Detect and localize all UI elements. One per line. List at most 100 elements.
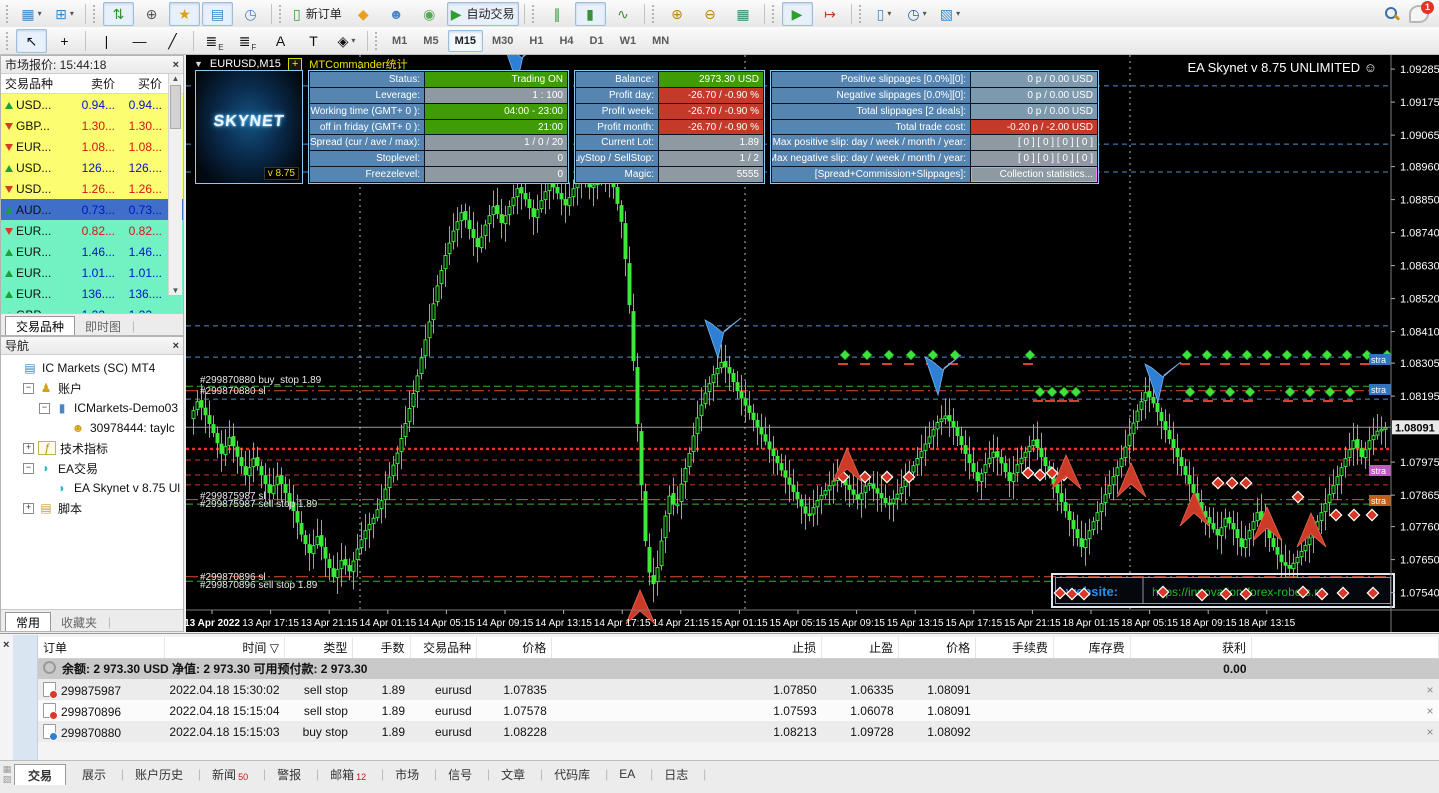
text-tool-button[interactable]: A bbox=[265, 29, 296, 53]
metaeditor-button[interactable]: ◆ bbox=[348, 2, 379, 26]
expand-icon[interactable]: + bbox=[23, 503, 34, 514]
terminal-tab-交易[interactable]: 交易 bbox=[14, 764, 66, 785]
horizontal-line-tool-button[interactable]: — bbox=[124, 29, 155, 53]
terminal-tab-EA[interactable]: EA bbox=[606, 764, 648, 784]
close-icon[interactable]: × bbox=[173, 340, 179, 352]
orders-column-9[interactable]: 手续费 bbox=[976, 637, 1054, 658]
chart-shift-button[interactable]: ↦ bbox=[815, 2, 846, 26]
timeframe-d1-button[interactable]: D1 bbox=[583, 30, 611, 52]
vertical-line-tool-button[interactable]: | bbox=[91, 29, 122, 53]
zoom-out-button[interactable]: ⊖ bbox=[695, 2, 726, 26]
navigator-item[interactable]: +▤脚本 bbox=[3, 498, 183, 518]
terminal-tab-市场[interactable]: 市场 bbox=[382, 764, 432, 784]
timeframe-m30-button[interactable]: M30 bbox=[485, 30, 520, 52]
dropdown-caret-icon[interactable]: ▾ bbox=[923, 9, 927, 18]
orders-column-1[interactable]: 时间 ▽ bbox=[164, 637, 284, 658]
order-row[interactable]: 2998708802022.04.18 15:15:03buy stop1.89… bbox=[38, 721, 1439, 742]
orders-table-header[interactable]: 订单时间 ▽类型手数交易品种价格止损止盈价格手续费库存费获利 bbox=[38, 637, 1439, 658]
mini-window-icon[interactable]: ▨ bbox=[3, 774, 12, 784]
navigator-item[interactable]: −♟账户 bbox=[3, 378, 183, 398]
text-label-tool-button[interactable]: T bbox=[298, 29, 329, 53]
orders-column-8[interactable]: 价格 bbox=[899, 637, 976, 658]
orders-column-7[interactable]: 止盈 bbox=[822, 637, 899, 658]
orders-column-4[interactable]: 交易品种 bbox=[410, 637, 477, 658]
fibonacci-tool-button[interactable]: ≣F bbox=[232, 29, 263, 53]
delete-order-icon[interactable]: × bbox=[1426, 683, 1433, 697]
delete-order-icon[interactable]: × bbox=[1426, 704, 1433, 718]
dropdown-caret-icon[interactable]: ▾ bbox=[956, 9, 960, 18]
orders-column-6[interactable]: 止损 bbox=[552, 637, 822, 658]
market-watch-row[interactable]: EUR...1.01...1.01... bbox=[1, 262, 183, 283]
terminal-tab-账户历史[interactable]: 账户历史 bbox=[122, 764, 196, 784]
auto-scroll-button[interactable]: ▶ bbox=[782, 2, 813, 26]
navigator-item[interactable]: +ƒ技术指标 bbox=[3, 438, 183, 458]
arrows-shapes-tool-button[interactable]: ◈▾ bbox=[331, 29, 362, 53]
collapse-icon[interactable]: − bbox=[23, 463, 34, 474]
equidistant-channel-tool-button[interactable]: ≣E bbox=[199, 29, 230, 53]
sounds-button[interactable]: ◉ bbox=[414, 2, 445, 26]
chart-window[interactable]: website:https://innovation-forex-robots.… bbox=[186, 55, 1439, 632]
terminal-tab-信号[interactable]: 信号 bbox=[435, 764, 485, 784]
terminal-tab-警报[interactable]: 警报 bbox=[264, 764, 314, 784]
chevron-down-icon[interactable]: ▼ bbox=[194, 59, 203, 69]
navigator-tab-收藏夹[interactable]: 收藏夹 bbox=[51, 613, 107, 631]
market-watch-tab-即时图[interactable]: 即时图 bbox=[75, 317, 131, 335]
zoom-in-button[interactable]: ⊕ bbox=[662, 2, 693, 26]
orders-column-5[interactable]: 价格 bbox=[477, 637, 552, 658]
dropdown-caret-icon[interactable]: ▾ bbox=[38, 9, 42, 18]
market-watch-toggle-button[interactable]: ⇅ bbox=[103, 2, 134, 26]
timeframe-w1-button[interactable]: W1 bbox=[613, 30, 644, 52]
terminal-tab-新闻[interactable]: 新闻50 bbox=[199, 764, 261, 784]
data-window-button[interactable]: ⊕ bbox=[136, 2, 167, 26]
dropdown-caret-icon[interactable]: ▾ bbox=[351, 36, 355, 45]
one-click-plus-button[interactable]: + bbox=[288, 58, 302, 71]
terminal-toggle-button[interactable]: ▤ bbox=[202, 2, 233, 26]
navigator-item[interactable]: −◗EA交易 bbox=[3, 458, 183, 478]
bar-chart-mode-button[interactable]: ∥ bbox=[542, 2, 573, 26]
navigator-tab-常用[interactable]: 常用 bbox=[5, 612, 51, 631]
new-order-button[interactable]: ▯新订单 bbox=[289, 2, 346, 26]
market-watch-row[interactable]: EUR...136....136.... bbox=[1, 283, 183, 304]
dropdown-caret-icon[interactable]: ▾ bbox=[70, 9, 74, 18]
orders-column-0[interactable]: 订单 bbox=[38, 637, 164, 658]
market-watch-row[interactable]: GBP...1.30...1.30... bbox=[1, 115, 183, 136]
navigator-item[interactable]: ☻30978444: taylc bbox=[3, 418, 183, 438]
navigator-toggle-button[interactable]: ★ bbox=[169, 2, 200, 26]
delete-order-icon[interactable]: × bbox=[1426, 725, 1433, 739]
market-watch-row[interactable]: AUD...0.73...0.73... bbox=[1, 199, 183, 220]
terminal-tab-文章[interactable]: 文章 bbox=[488, 764, 538, 784]
strategy-tester-button[interactable]: ◷ bbox=[235, 2, 266, 26]
timeframe-mn-button[interactable]: MN bbox=[645, 30, 676, 52]
expand-icon[interactable]: + bbox=[23, 443, 34, 454]
terminal-tab-日志[interactable]: 日志 bbox=[651, 764, 701, 784]
market-watch-tab-交易品种[interactable]: 交易品种 bbox=[5, 316, 75, 335]
terminal-tab-邮箱[interactable]: 邮箱12 bbox=[317, 764, 379, 784]
navigator-item[interactable]: ▤IC Markets (SC) MT4 bbox=[3, 358, 183, 378]
notifications-icon[interactable]: 1 bbox=[1409, 5, 1429, 23]
market-watch-scrollbar[interactable]: ▲▼ bbox=[168, 74, 182, 295]
collapse-icon[interactable]: − bbox=[23, 383, 34, 394]
column-bid[interactable]: 卖价 bbox=[73, 75, 119, 92]
orders-column-10[interactable]: 库存费 bbox=[1053, 637, 1130, 658]
market-watch-row[interactable]: EUR...1.08...1.08... bbox=[1, 136, 183, 157]
terminal-tab-代码库[interactable]: 代码库 bbox=[541, 764, 603, 784]
column-symbol[interactable]: 交易品种 bbox=[1, 75, 73, 92]
timeframe-m15-button[interactable]: M15 bbox=[448, 30, 483, 52]
autotrading-button[interactable]: ▶自动交易 bbox=[447, 2, 519, 26]
mini-window-icon[interactable]: ▦ bbox=[3, 764, 12, 774]
crosshair-tool-button[interactable]: + bbox=[49, 29, 80, 53]
timeframe-m5-button[interactable]: M5 bbox=[416, 30, 445, 52]
experts-community-button[interactable]: ☻ bbox=[381, 2, 412, 26]
search-icon[interactable] bbox=[1384, 6, 1399, 21]
cursor-tool-button[interactable]: ↖ bbox=[16, 29, 47, 53]
scrollbar-thumb[interactable] bbox=[170, 85, 181, 129]
timeframe-m1-button[interactable]: M1 bbox=[385, 30, 414, 52]
market-watch-row[interactable]: EUR...0.82...0.82... bbox=[1, 220, 183, 241]
orders-column-3[interactable]: 手数 bbox=[353, 637, 410, 658]
periods-button[interactable]: ◷▾ bbox=[902, 2, 933, 26]
dropdown-caret-icon[interactable]: ▾ bbox=[887, 9, 891, 18]
order-row[interactable]: 2998708962022.04.18 15:15:04sell stop1.8… bbox=[38, 700, 1439, 721]
trendline-tool-button[interactable]: ╱ bbox=[157, 29, 188, 53]
collapse-icon[interactable]: − bbox=[39, 403, 50, 414]
chart-template-button[interactable]: ▧▾ bbox=[935, 2, 966, 26]
